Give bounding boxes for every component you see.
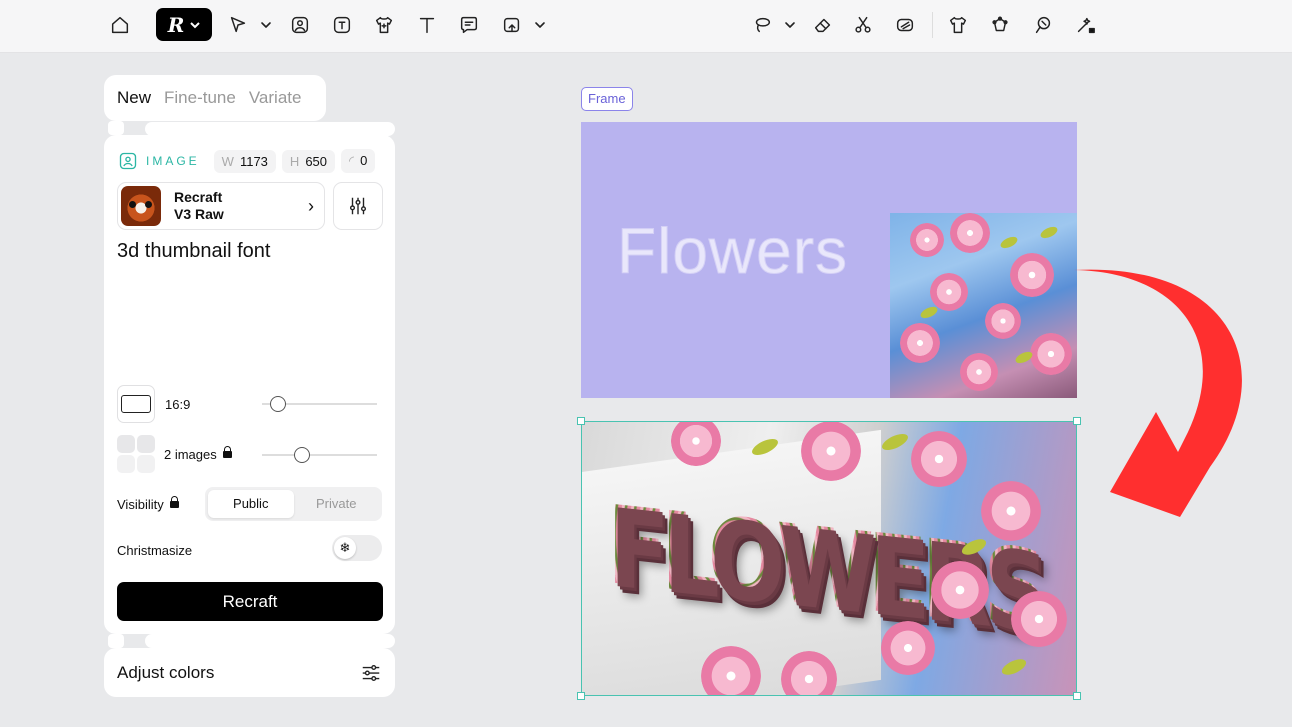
height-field[interactable]: H 650: [281, 149, 336, 173]
image-grid-icon[interactable]: [117, 435, 155, 473]
adjust-colors-label: Adjust colors: [117, 662, 215, 682]
resize-handle-bottom-left[interactable]: [577, 692, 585, 700]
text-image-icon[interactable]: [325, 8, 359, 42]
model-avatar: [121, 186, 161, 226]
resize-handle-bottom-right[interactable]: [1073, 692, 1081, 700]
image-count-label: 2 images: [164, 446, 217, 462]
tshirt-icon[interactable]: [367, 8, 401, 42]
canvas-frame[interactable]: Flowers: [581, 122, 1077, 398]
image-count-row: 2 images: [117, 435, 232, 473]
aspect-ratio-row: 16:9: [117, 385, 190, 423]
visibility-row: Visibility: [117, 496, 179, 512]
remove-bg-icon[interactable]: [888, 8, 922, 42]
tab-fine-tune[interactable]: Fine-tune: [164, 88, 236, 108]
corner-radius-icon: ◜: [349, 153, 355, 168]
adjust-sliders-icon: [362, 664, 380, 681]
mode-tabs: New Fine-tune Variate: [104, 75, 326, 121]
visibility-toggle: Public Private: [205, 487, 382, 521]
panel-connector: [108, 121, 124, 135]
aspect-ratio-label: 16:9: [165, 396, 191, 412]
christmasize-toggle[interactable]: ❄: [332, 535, 382, 561]
home-icon[interactable]: [103, 8, 137, 42]
eraser-icon[interactable]: [806, 8, 840, 42]
visibility-public-option[interactable]: Public: [208, 490, 294, 518]
tab-variate[interactable]: Variate: [249, 88, 302, 108]
brand-logo: R: [167, 12, 185, 37]
christmasize-row: Christmasize: [117, 543, 192, 558]
chevron-down-icon: [190, 21, 201, 28]
chevron-down-icon[interactable]: [249, 8, 283, 42]
scissors-icon[interactable]: [846, 8, 880, 42]
snowflake-icon: ❄: [334, 537, 356, 559]
model-name: Recraft V3 Raw: [174, 189, 224, 222]
chevron-down-icon[interactable]: [773, 8, 807, 42]
toolbar-divider: [932, 12, 933, 38]
panel-connector: [145, 634, 395, 648]
image-type-label: IMAGE: [146, 154, 200, 168]
comment-icon[interactable]: [452, 8, 486, 42]
curved-arrow-annotation: [1074, 269, 1242, 517]
generate-button[interactable]: Recraft: [117, 582, 383, 621]
aspect-ratio-icon[interactable]: [117, 385, 155, 423]
corner-radius-field[interactable]: ◜ 0: [341, 149, 376, 173]
vectorize-icon[interactable]: [983, 8, 1017, 42]
adjust-colors-panel[interactable]: Adjust colors: [104, 648, 395, 697]
sliders-icon: [349, 197, 367, 215]
image-dimensions-row: IMAGE W 1173 H 650 ◜ 0: [118, 149, 381, 173]
top-toolbar: R: [0, 0, 1292, 53]
image-icon[interactable]: [283, 8, 317, 42]
image-count-slider-knob[interactable]: [294, 447, 310, 463]
frame-label[interactable]: Frame: [581, 87, 633, 111]
generation-settings-card: IMAGE W 1173 H 650 ◜ 0 Recraft V3 Raw › 3d …: [104, 135, 395, 634]
model-selector[interactable]: Recraft V3 Raw ›: [117, 182, 325, 230]
mockup-tshirt-icon[interactable]: [941, 8, 975, 42]
width-field[interactable]: W 1173: [213, 149, 276, 173]
model-settings-button[interactable]: [333, 182, 383, 230]
christmasize-label: Christmasize: [117, 543, 193, 558]
prompt-text[interactable]: 3d thumbnail font: [117, 240, 270, 263]
panel-connector: [145, 122, 395, 136]
lock-icon: [169, 496, 179, 508]
style-brush-icon[interactable]: [1026, 8, 1060, 42]
visibility-private-option[interactable]: Private: [294, 490, 380, 518]
brand-menu-button[interactable]: R: [156, 8, 212, 41]
text-icon[interactable]: [410, 8, 444, 42]
tab-new[interactable]: New: [117, 88, 151, 108]
chevron-down-icon[interactable]: [523, 8, 557, 42]
resize-handle-top-left[interactable]: [577, 417, 585, 425]
cherry-blossom-photo[interactable]: [890, 213, 1077, 398]
frame-title-text[interactable]: Flowers: [616, 214, 848, 288]
image-type-icon: [119, 152, 137, 170]
lock-icon: [222, 445, 232, 458]
visibility-label: Visibility: [117, 497, 164, 512]
image-count-slider[interactable]: [262, 454, 377, 456]
aspect-ratio-slider-knob[interactable]: [270, 396, 286, 412]
magic-wand-locked-icon[interactable]: [1068, 8, 1102, 42]
generated-image[interactable]: FLOWERS: [581, 421, 1077, 696]
panel-connector: [108, 634, 124, 648]
chevron-right-icon: ›: [308, 195, 314, 216]
